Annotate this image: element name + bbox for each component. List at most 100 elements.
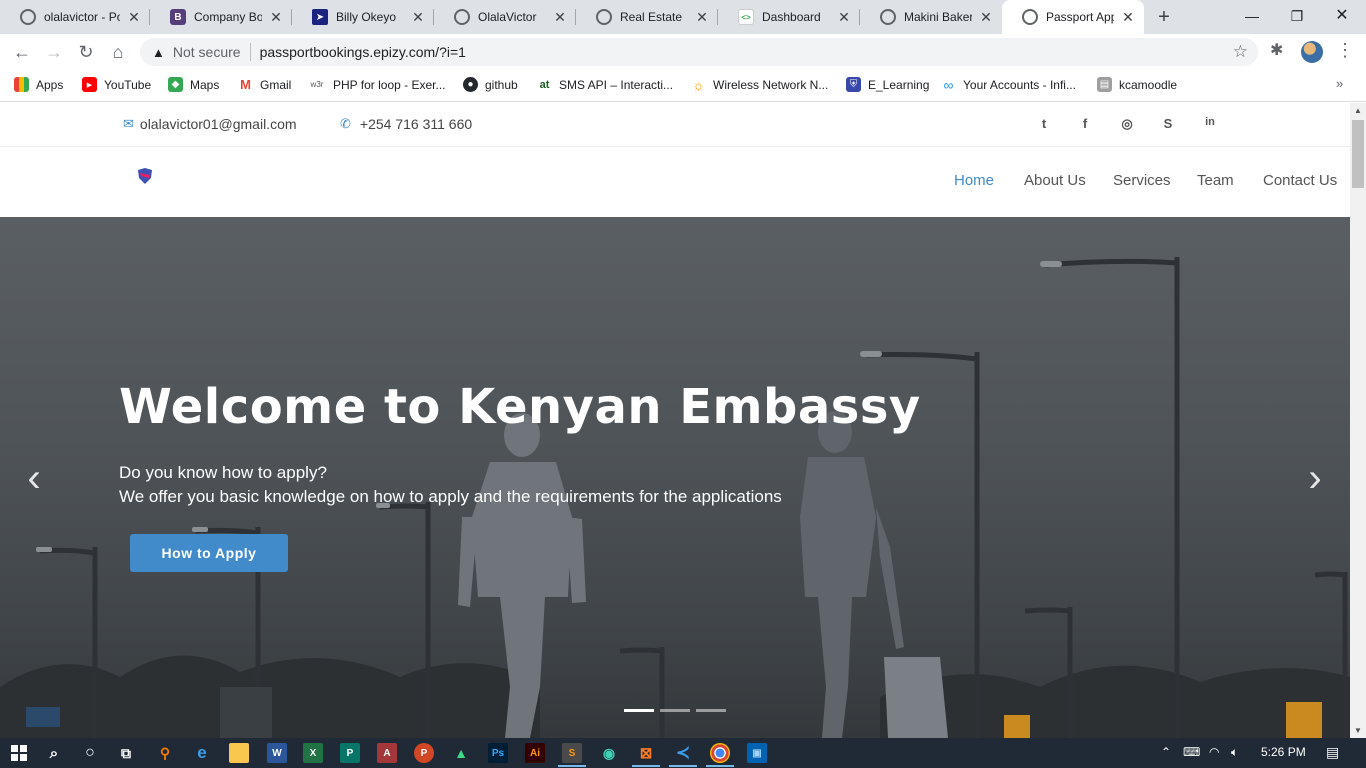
bookmark-item[interactable]: at SMS API – Interacti... bbox=[537, 77, 673, 92]
close-tab-icon[interactable]: ✕ bbox=[836, 9, 852, 26]
carousel-next-icon[interactable]: › bbox=[1300, 455, 1330, 501]
email-text: olalavictor01@gmail.com bbox=[139, 116, 297, 132]
new-tab-button[interactable]: + bbox=[1153, 6, 1175, 28]
running-indicator bbox=[632, 765, 660, 767]
menu-dots-icon[interactable]: ⋮ bbox=[1336, 40, 1354, 61]
close-window-icon[interactable]: ✕ bbox=[1322, 4, 1362, 28]
email-contact[interactable]: ✉ olalavictor01@gmail.com bbox=[123, 116, 297, 132]
back-icon[interactable]: ← bbox=[10, 40, 34, 64]
notifications-icon[interactable]: ▤ bbox=[1326, 744, 1339, 761]
home-icon[interactable]: ⌂ bbox=[106, 40, 130, 64]
carousel-indicator[interactable] bbox=[696, 709, 726, 712]
skype-icon[interactable]: S bbox=[1160, 116, 1176, 131]
instagram-icon[interactable]: ◎ bbox=[1119, 116, 1135, 132]
bookmark-item[interactable]: ◆ Maps bbox=[168, 77, 219, 92]
close-tab-icon[interactable]: ✕ bbox=[978, 9, 994, 26]
excel-icon[interactable]: X bbox=[303, 743, 323, 763]
sublime-icon[interactable]: S bbox=[562, 743, 582, 763]
powerpoint-icon[interactable]: P bbox=[414, 743, 434, 763]
reload-icon[interactable]: ↻ bbox=[74, 40, 98, 64]
linkedin-icon[interactable]: in bbox=[1202, 116, 1218, 128]
wifi-icon[interactable]: ◠ bbox=[1209, 745, 1219, 759]
address-bar[interactable]: ▲ Not secure passportbookings.epizy.com/… bbox=[140, 38, 1258, 66]
twitter-icon[interactable]: t bbox=[1036, 116, 1052, 131]
bookmark-item[interactable]: ▶ YouTube bbox=[82, 77, 151, 92]
bookmark-item[interactable]: ☼ Wireless Network N... bbox=[691, 77, 828, 93]
gitkraken-icon[interactable]: ◉ bbox=[599, 743, 619, 763]
bookmarks-overflow-icon[interactable]: » bbox=[1336, 76, 1343, 91]
task-view-icon[interactable]: ⧉ bbox=[116, 743, 136, 763]
access-icon[interactable]: A bbox=[377, 743, 397, 763]
browser-tab-active[interactable]: Passport Appli ✕ bbox=[1002, 0, 1144, 34]
carousel-indicator[interactable] bbox=[660, 709, 690, 712]
close-tab-icon[interactable]: ✕ bbox=[410, 9, 426, 26]
illustrator-icon[interactable]: Ai bbox=[525, 743, 545, 763]
youtube-icon: ▶ bbox=[82, 77, 97, 92]
photoshop-icon[interactable]: Ps bbox=[488, 743, 508, 763]
browser-tab[interactable]: olalavictor - Po ✕ bbox=[0, 0, 150, 34]
nav-services[interactable]: Services bbox=[1113, 172, 1171, 189]
nav-about-us[interactable]: About Us bbox=[1024, 172, 1086, 189]
globe-icon bbox=[1022, 9, 1038, 25]
carousel-prev-icon[interactable]: ‹ bbox=[19, 455, 49, 501]
bookmark-label: E_Learning bbox=[868, 77, 930, 92]
scroll-down-icon[interactable]: ▼ bbox=[1354, 726, 1362, 735]
file-explorer-icon[interactable]: ▬ bbox=[229, 743, 249, 763]
bookmark-star-icon[interactable]: ☆ bbox=[1233, 42, 1248, 62]
vscode-icon[interactable]: ≺ bbox=[673, 743, 693, 763]
logo-icon[interactable] bbox=[136, 167, 154, 185]
carousel-indicator[interactable] bbox=[624, 709, 654, 712]
page-scrollbar[interactable]: ▲ ▼ bbox=[1350, 103, 1366, 738]
publisher-icon[interactable]: P bbox=[340, 743, 360, 763]
cortana-icon[interactable]: ○ bbox=[80, 743, 100, 763]
close-tab-icon[interactable]: ✕ bbox=[268, 9, 284, 26]
volume-icon[interactable]: 🔈︎ bbox=[1231, 745, 1238, 760]
windows-start-icon[interactable] bbox=[9, 743, 29, 763]
browser-tab[interactable]: ➤ Billy Okeyo ✕ bbox=[292, 0, 434, 34]
avatar[interactable] bbox=[1301, 41, 1323, 63]
edge-icon[interactable]: e bbox=[192, 743, 212, 763]
how-to-apply-button[interactable]: How to Apply bbox=[130, 534, 288, 572]
tray-chevron-icon[interactable]: ⌃ bbox=[1161, 745, 1171, 759]
scroll-up-icon[interactable]: ▲ bbox=[1354, 106, 1362, 115]
scrollbar-thumb[interactable] bbox=[1352, 120, 1364, 188]
word-icon[interactable]: W bbox=[267, 743, 287, 763]
bookmark-label: PHP for loop - Exer... bbox=[333, 77, 446, 92]
extensions-icon[interactable]: ✱ bbox=[1270, 40, 1283, 60]
minimize-icon[interactable]: — bbox=[1232, 4, 1272, 28]
forward-icon[interactable]: → bbox=[42, 40, 66, 64]
phone-contact[interactable]: ✆ +254 716 311 660 bbox=[340, 116, 472, 132]
browser-tab[interactable]: B Company Boot ✕ bbox=[150, 0, 292, 34]
browser-tab[interactable]: <> Dashboard ✕ bbox=[718, 0, 860, 34]
search-app-icon[interactable]: ⚲ bbox=[155, 743, 175, 763]
bookmark-item[interactable]: M Gmail bbox=[238, 77, 291, 92]
clock-time[interactable]: 5:26 PM bbox=[1261, 745, 1306, 759]
nav-home[interactable]: Home bbox=[954, 172, 994, 189]
search-icon[interactable]: ⌕ bbox=[44, 743, 64, 763]
android-studio-icon[interactable]: ▲ bbox=[451, 743, 471, 763]
bookmark-item[interactable]: w3r PHP for loop - Exer... bbox=[308, 77, 446, 92]
nav-team[interactable]: Team bbox=[1197, 172, 1234, 189]
close-tab-icon[interactable]: ✕ bbox=[1120, 9, 1136, 26]
restore-icon[interactable]: ❐ bbox=[1277, 4, 1317, 28]
keyboard-icon[interactable]: ⌨ bbox=[1183, 745, 1200, 759]
bookmark-item[interactable]: ▤ kcamoodle bbox=[1097, 77, 1177, 92]
browser-tab[interactable]: OlalaVictor ✕ bbox=[434, 0, 576, 34]
browser-tab[interactable]: Makini Bakery ✕ bbox=[860, 0, 1002, 34]
chrome-icon[interactable]: ◍ bbox=[710, 743, 730, 763]
photos-icon[interactable]: ▣ bbox=[747, 743, 767, 763]
xampp-icon[interactable]: ⊠ bbox=[636, 743, 656, 763]
browser-tab[interactable]: Real Estate ✕ bbox=[576, 0, 718, 34]
tab-title: olalavictor - Po bbox=[44, 10, 120, 24]
bookmark-item[interactable]: Apps bbox=[14, 77, 63, 92]
close-tab-icon[interactable]: ✕ bbox=[552, 9, 568, 26]
close-tab-icon[interactable]: ✕ bbox=[694, 9, 710, 26]
close-tab-icon[interactable]: ✕ bbox=[126, 9, 142, 26]
nav-contact-us[interactable]: Contact Us bbox=[1263, 172, 1337, 189]
bookmark-item[interactable]: ● github bbox=[463, 77, 518, 92]
bookmark-item[interactable]: ⛨ E_Learning bbox=[846, 77, 929, 92]
infinity-icon: ∞ bbox=[943, 76, 954, 93]
bookmark-item[interactable]: ∞ Your Accounts - Infi... bbox=[941, 76, 1076, 93]
facebook-icon[interactable]: f bbox=[1077, 116, 1093, 131]
bookmark-label: SMS API – Interacti... bbox=[559, 77, 674, 92]
